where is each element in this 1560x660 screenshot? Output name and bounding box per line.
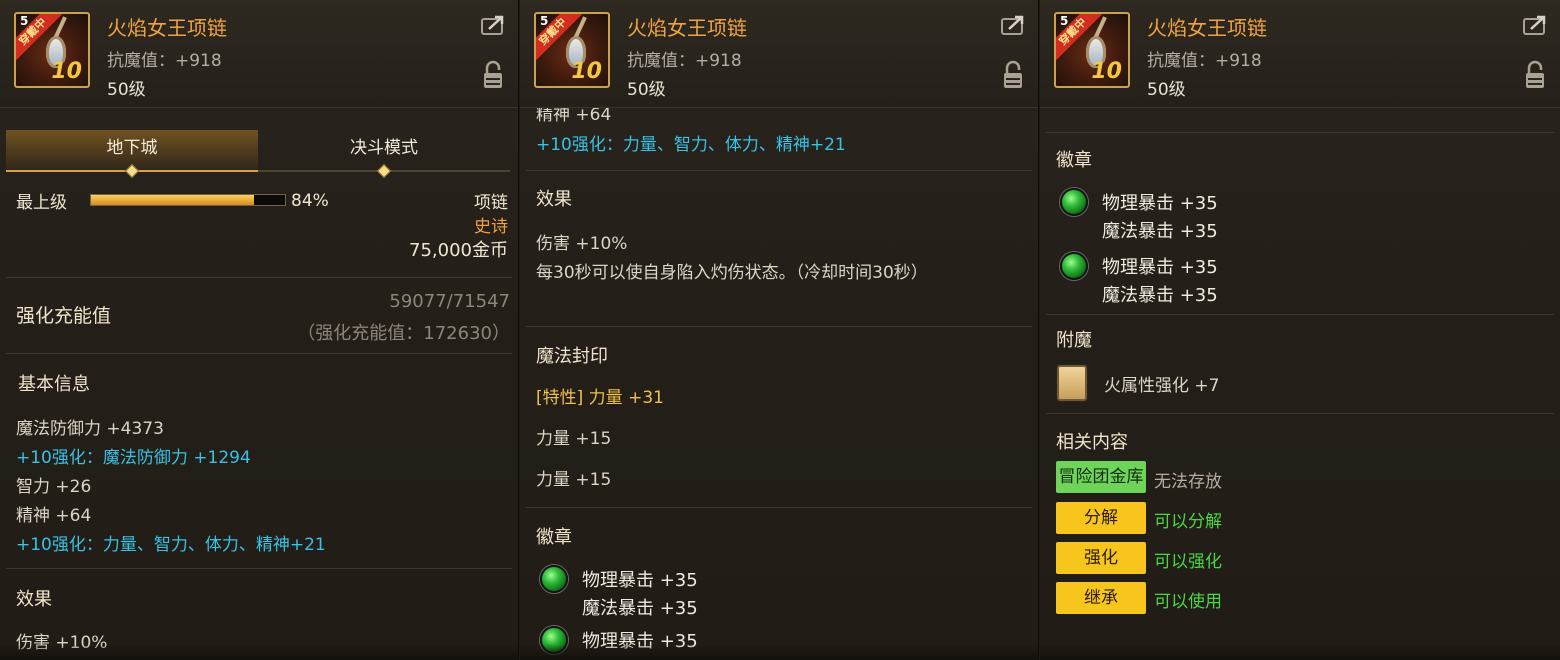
emblem-stat: 物理暴击 +35 [582,570,698,591]
green-emblem-icon [1060,188,1088,216]
related-title: 相关内容 [1056,432,1128,453]
necklace-icon: 5 穿戴中 10 [14,12,90,88]
item-price: 75,000金币 [409,240,508,261]
green-emblem-icon [540,626,568,654]
grade-label: 最上级 [16,193,67,213]
vault-status: 无法存放 [1154,472,1222,492]
share-icon[interactable] [1000,14,1026,36]
necklace-icon: 5 穿戴中 10 [1054,12,1130,88]
lock-icon[interactable] [482,60,504,90]
charge-value: 59077/71547 [389,291,510,312]
item-level: 50级 [1147,80,1186,100]
share-icon[interactable] [1522,14,1548,36]
enhance-level: 10 [571,59,602,84]
enchant-title: 附魔 [1056,330,1092,351]
stat-line: +10强化：魔法防御力 +1294 [16,448,251,468]
emblem-stat: 魔法暴击 +35 [582,598,698,619]
seal-line: [特性] 力量 +31 [536,388,664,408]
magic-seal-title: 魔法封印 [536,346,608,367]
disassemble-status: 可以分解 [1154,512,1222,532]
stat-line: +10强化：力量、智力、体力、精神+21 [536,135,846,155]
emblem-stat: 魔法暴击 +35 [1102,221,1218,242]
inherit-status: 可以使用 [1154,592,1222,612]
emblem-stat: 物理暴击 +35 [1102,193,1218,214]
necklace-icon: 5 穿戴中 10 [534,12,610,88]
diamond-icon [376,163,392,179]
adventure-vault-button[interactable]: 冒险团金库 [1056,461,1146,493]
green-emblem-icon [1060,252,1088,280]
item-level: 50级 [107,80,146,100]
tab-label: 决斗模式 [350,138,418,158]
diamond-icon [124,163,140,179]
grade-percent: 84% [291,191,329,211]
effect-title: 效果 [16,589,52,610]
effect-line: 每30秒可以使自身陷入灼伤状态。（冷却时间30秒） [536,263,928,283]
item-level: 50级 [627,80,666,100]
tab-label: 地下城 [106,138,158,158]
magic-resist: 抗魔值：+918 [627,51,742,71]
basic-info-title: 基本信息 [18,374,90,395]
emblem-stat: 物理暴击 +35 [1102,257,1218,278]
tab-pvp[interactable]: 决斗模式 [258,130,510,179]
enchant-card-icon [1057,365,1087,401]
magic-resist: 抗魔值：+918 [107,51,222,71]
enhance-button[interactable]: 强化 [1056,542,1146,574]
tab-dungeon[interactable]: 地下城 [6,130,258,179]
item-tooltip-panel-2: 5 穿戴中 10 火焰女王项链 抗魔值：+918 50级 精神 +64 +10强… [520,0,1039,660]
lock-icon[interactable] [1524,60,1546,90]
item-header: 5 穿戴中 10 火焰女王项链 抗魔值：+918 50级 [0,0,518,108]
lock-icon[interactable] [1002,60,1024,90]
enhance-level: 10 [1091,59,1122,84]
seal-line: 力量 +15 [536,429,612,449]
stat-line: +10强化：力量、智力、体力、精神+21 [16,535,326,555]
seal-line: 力量 +15 [536,470,612,490]
item-name: 火焰女王项链 [107,16,227,40]
enchant-line: 火属性强化 +7 [1104,376,1220,396]
disassemble-button[interactable]: 分解 [1056,502,1146,534]
stat-line: 精神 +64 [16,506,92,526]
effect-line: 伤害 +10% [536,234,628,254]
enhance-level: 10 [51,59,82,84]
item-tooltip-panel-3: 5 穿戴中 10 火焰女王项链 抗魔值：+918 50级 徽章 物理暴击 +35… [1040,0,1560,660]
item-tooltip-panel-1: 5 穿戴中 10 火焰女王项链 抗魔值：+918 50级 地下城 决斗模式 最上… [0,0,519,660]
effect-line: 伤害 +10% [16,633,108,653]
emblem-stat: 魔法暴击 +35 [1102,285,1218,306]
green-emblem-icon [540,565,568,593]
emblem-stat-partial: 物理暴击 +35 [582,631,698,652]
item-rarity: 史诗 [474,217,508,237]
item-name: 火焰女王项链 [1147,16,1267,40]
emblem-title: 徽章 [1056,150,1092,171]
charge-label: 强化充能值 [16,305,112,327]
item-header: 5 穿戴中 10 火焰女王项链 抗魔值：+918 50级 [520,0,1038,108]
enhance-status: 可以强化 [1154,552,1222,572]
share-icon[interactable] [480,14,506,36]
effect-title: 效果 [536,189,572,210]
stat-line: 魔法防御力 +4373 [16,419,164,439]
item-name: 火焰女王项链 [627,16,747,40]
stat-line: 智力 +26 [16,477,92,497]
grade-progress-bar [90,194,286,206]
emblem-title: 徽章 [536,527,572,548]
inherit-button[interactable]: 继承 [1056,582,1146,614]
charge-total: （强化充能值：172630） [297,323,510,344]
item-type: 项链 [474,193,508,213]
mode-tabs: 地下城 决斗模式 [6,130,512,180]
item-header: 5 穿戴中 10 火焰女王项链 抗魔值：+918 50级 [1040,0,1560,108]
magic-resist: 抗魔值：+918 [1147,51,1262,71]
